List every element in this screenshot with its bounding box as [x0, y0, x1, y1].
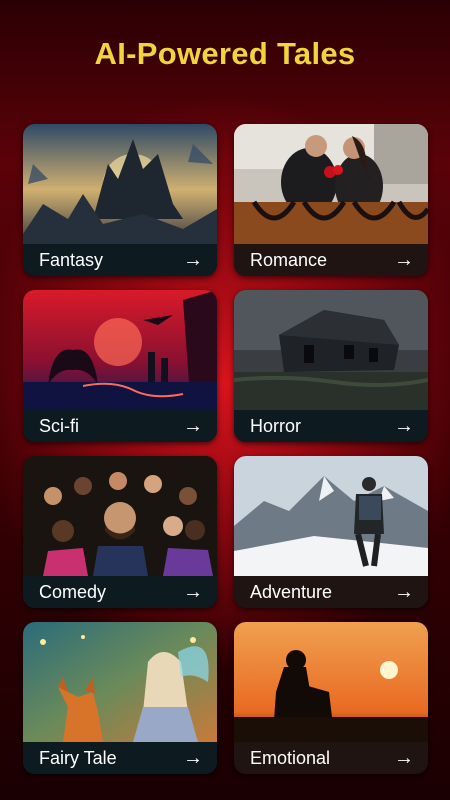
arrow-right-icon: → [183, 248, 203, 271]
genre-card-horror[interactable]: Horror → [234, 290, 428, 442]
arrow-right-icon: → [394, 248, 414, 271]
comedy-image [23, 456, 217, 576]
arrow-right-icon: → [394, 414, 414, 437]
card-label: Fairy Tale [39, 747, 117, 768]
card-label: Fantasy [39, 249, 104, 270]
fairy-tale-image [23, 622, 217, 742]
arrow-right-icon: → [394, 746, 414, 769]
page-title: AI-Powered Tales [94, 36, 356, 71]
card-label: Romance [250, 249, 328, 270]
card-label: Horror [250, 415, 302, 436]
genre-card-romance[interactable]: Romance → [234, 124, 428, 276]
genre-grid: Fantasy → Romance → Sci-fi → Horror → Co… [23, 124, 428, 776]
card-label: Comedy [39, 581, 107, 602]
genre-card-sci-fi[interactable]: Sci-fi → [23, 290, 217, 442]
fantasy-image [23, 124, 217, 244]
arrow-right-icon: → [183, 746, 203, 769]
card-label: Adventure [250, 581, 333, 602]
genre-card-adventure[interactable]: Adventure → [234, 456, 428, 608]
genre-card-comedy[interactable]: Comedy → [23, 456, 217, 608]
card-label: Sci-fi [39, 415, 79, 436]
genre-card-fantasy[interactable]: Fantasy → [23, 124, 217, 276]
romance-image [234, 124, 428, 244]
adventure-image [234, 456, 428, 576]
genre-card-fairy-tale[interactable]: Fairy Tale → [23, 622, 217, 774]
arrow-right-icon: → [394, 580, 414, 603]
emotional-image [234, 622, 428, 742]
arrow-right-icon: → [183, 580, 203, 603]
genre-card-emotional[interactable]: Emotional → [234, 622, 428, 774]
sci-fi-image [23, 290, 217, 410]
card-label: Emotional [250, 747, 331, 768]
horror-image [234, 290, 428, 410]
arrow-right-icon: → [183, 414, 203, 437]
